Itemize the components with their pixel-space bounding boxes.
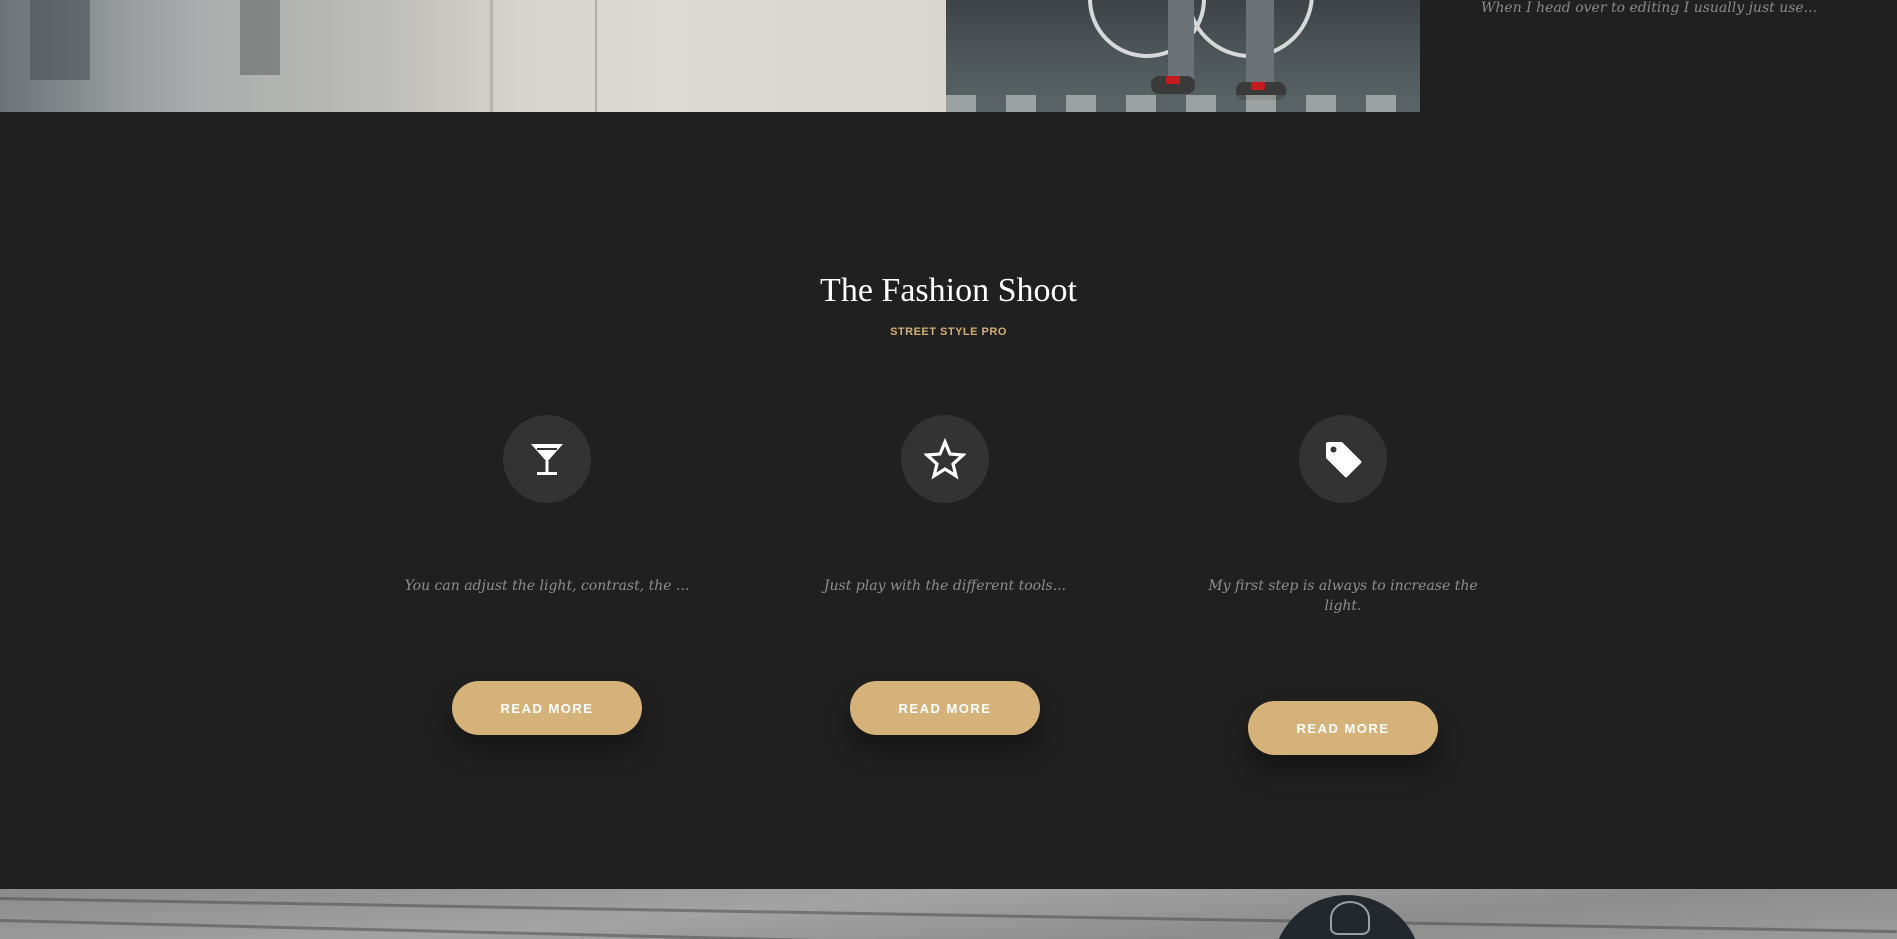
building-wall-image[interactable] — [0, 0, 946, 112]
feature-text: My first step is always to increase the … — [1208, 578, 1478, 614]
read-more-button[interactable]: READ MORE — [452, 681, 642, 735]
feature-card: Just play with the different tools... RE… — [795, 415, 1095, 735]
cap-logo — [1330, 901, 1370, 935]
feature-icon-circle — [503, 415, 591, 503]
section-subtitle: STREET STYLE PRO — [890, 326, 1007, 338]
section-title: The Fashion Shoot — [820, 272, 1077, 309]
side-post-excerpt: When I head over to editing I usually ju… — [1481, 0, 1818, 16]
feature-icon-circle — [1299, 415, 1387, 503]
read-more-button[interactable]: READ MORE — [1248, 701, 1438, 755]
feature-text: You can adjust the light, contrast, the … — [404, 578, 690, 594]
feature-icon-circle — [901, 415, 989, 503]
feature-card: My first step is always to increase the … — [1193, 415, 1493, 755]
martini-glass-icon — [531, 444, 563, 475]
star-outline-icon — [924, 438, 966, 480]
top-image-strip: When I head over to editing I usually ju… — [0, 0, 1897, 112]
bottom-image-strip[interactable] — [0, 889, 1897, 939]
tag-icon — [1326, 442, 1362, 478]
cyclist-street-image[interactable] — [946, 0, 1420, 112]
feature-card: You can adjust the light, contrast, the … — [397, 415, 697, 735]
feature-text: Just play with the different tools... — [823, 578, 1067, 594]
read-more-button[interactable]: READ MORE — [850, 681, 1040, 735]
